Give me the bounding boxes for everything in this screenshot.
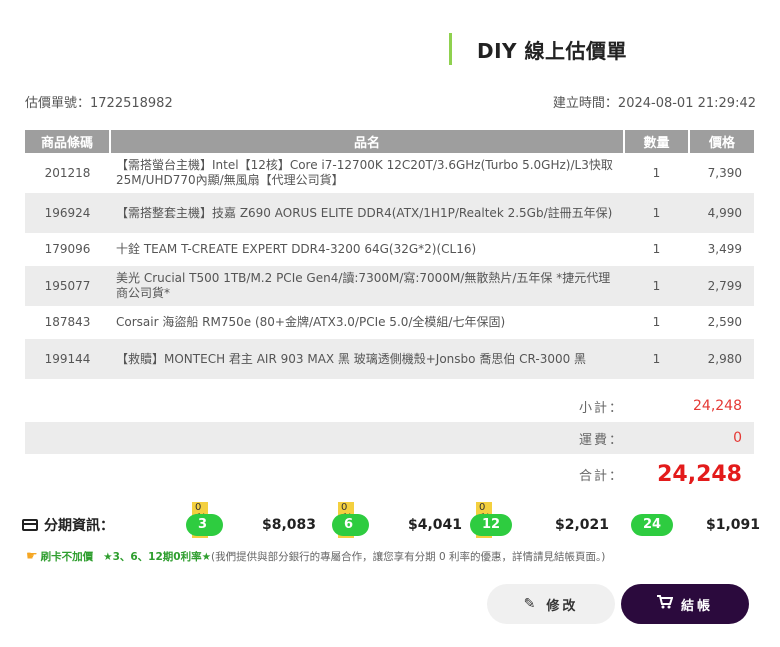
total-row: 合計： 24,248 <box>25 454 754 494</box>
header-qty: 數量 <box>624 130 690 153</box>
pointing-hand-icon: ☛ <box>26 549 38 564</box>
plan-period-pill: 6期 <box>332 514 369 554</box>
table-row: 179096 十銓 TEAM T-CREATE EXPERT DDR4-3200… <box>25 233 754 266</box>
item-name: 【需搭整套主機】技嘉 Z690 AORUS ELITE DDR4(ATX/1H1… <box>110 193 624 233</box>
totals-section: 小計： 24,248 運費： 0 合計： 24,248 <box>25 390 754 494</box>
item-code: 195077 <box>25 266 110 306</box>
checkout-button[interactable]: 結帳 <box>621 584 749 624</box>
quote-meta: 估價單號：1722518982 建立時間：2024-08-01 21:29:42 <box>25 92 756 111</box>
credit-card-icon <box>22 519 38 531</box>
shipping-label: 運費： <box>578 432 624 448</box>
note-text: (我們提供與部分銀行的專屬合作，讓您享有分期 0 利率的優惠，詳情請見結帳頁面。… <box>211 551 606 563</box>
plan-period-pill: 3期 <box>186 514 223 554</box>
plan-amount: $8,083 <box>262 517 317 533</box>
item-qty: 1 <box>652 315 661 329</box>
item-code: 199144 <box>25 339 110 379</box>
page-header: DIY 線上估價單 <box>449 33 627 65</box>
installment-label: 分期資訊： <box>22 515 114 535</box>
item-qty: 1 <box>624 339 689 379</box>
item-price: 2,590 <box>707 315 742 329</box>
note-highlight: ★3、6、12期0利率★ <box>103 551 212 563</box>
header-name: 品名 <box>110 130 625 153</box>
item-price: 2,980 <box>689 339 754 379</box>
item-name: 十銓 TEAM T-CREATE EXPERT DDR4-3200 64G(32… <box>116 242 477 256</box>
table-row: 196924 【需搭整套主機】技嘉 Z690 AORUS ELITE DDR4(… <box>25 193 754 233</box>
header-code: 商品條碼 <box>25 130 111 153</box>
item-qty: 1 <box>624 266 689 306</box>
item-code: 179096 <box>44 242 91 256</box>
item-name: 【需搭螢台主機】Intel【12核】Core i7-12700K 12C20T/… <box>116 158 613 187</box>
item-code: 187843 <box>44 315 91 329</box>
plan-amount: $4,041 <box>408 517 463 533</box>
items-table: 商品條碼 品名 數量 價格 201218 【需搭螢台主機】Intel【12核】C… <box>25 130 754 379</box>
plan-amount: $2,021 <box>555 517 610 533</box>
edit-button-label: 修改 <box>546 598 579 614</box>
installment-info: 分期資訊： 0利率 3期 $8,083 0利率 6期 $4,041 0利率 12… <box>22 500 760 554</box>
title-accent-bar <box>449 33 452 65</box>
item-price: 2,799 <box>689 266 754 306</box>
item-name: 美光 Crucial T500 1TB/M.2 PCIe Gen4/讀:7300… <box>110 266 624 306</box>
installment-note: ☛ 刷卡不加價 ★3、6、12期0利率★ (我們提供與部分銀行的專屬合作，讓您享… <box>26 549 605 564</box>
subtotal-label: 小計： <box>578 400 624 416</box>
header-price: 價格 <box>689 130 754 153</box>
total-label: 合計： <box>578 468 624 484</box>
pencil-icon: ✎ <box>523 596 539 612</box>
plan-amount: $1,091 <box>706 517 761 533</box>
subtotal-row: 小計： 24,248 <box>25 390 754 422</box>
subtotal-value: 24,248 <box>693 398 742 414</box>
item-code: 201218 <box>44 165 91 180</box>
item-price: 3,499 <box>707 242 742 256</box>
total-value: 24,248 <box>657 461 742 487</box>
shipping-value: 0 <box>733 430 742 446</box>
item-price: 7,390 <box>707 165 742 180</box>
created-time: 建立時間：2024-08-01 21:29:42 <box>552 96 756 111</box>
plan-period-pill: 24期 <box>631 514 674 554</box>
table-row: 199144 【救贖】MONTECH 君主 AIR 903 MAX 黑 玻璃透側… <box>25 339 754 379</box>
item-name: Corsair 海盜船 RM750e (80+金牌/ATX3.0/PCIe 5.… <box>116 315 506 329</box>
cart-icon <box>656 595 674 613</box>
note-tag: 刷卡不加價 <box>40 551 94 563</box>
quote-number: 估價單號：1722518982 <box>25 96 173 111</box>
shipping-row: 運費： 0 <box>25 422 754 454</box>
item-qty: 1 <box>652 242 661 256</box>
table-header-row: 商品條碼 品名 數量 價格 <box>25 130 754 153</box>
item-price: 4,990 <box>689 193 754 233</box>
installment-label-text: 分期資訊： <box>44 518 114 534</box>
checkout-button-label: 結帳 <box>680 598 713 614</box>
edit-button[interactable]: ✎ 修改 <box>487 584 615 624</box>
item-qty: 1 <box>624 193 689 233</box>
item-code: 196924 <box>25 193 110 233</box>
table-row: 187843 Corsair 海盜船 RM750e (80+金牌/ATX3.0/… <box>25 306 754 339</box>
plan-period-pill: 12期 <box>470 514 513 554</box>
table-row: 201218 【需搭螢台主機】Intel【12核】Core i7-12700K … <box>25 153 754 193</box>
item-qty: 1 <box>652 165 661 180</box>
page-title: DIY 線上估價單 <box>477 38 627 63</box>
item-name: 【救贖】MONTECH 君主 AIR 903 MAX 黑 玻璃透側機殼+Jons… <box>110 339 624 379</box>
table-row: 195077 美光 Crucial T500 1TB/M.2 PCIe Gen4… <box>25 266 754 306</box>
